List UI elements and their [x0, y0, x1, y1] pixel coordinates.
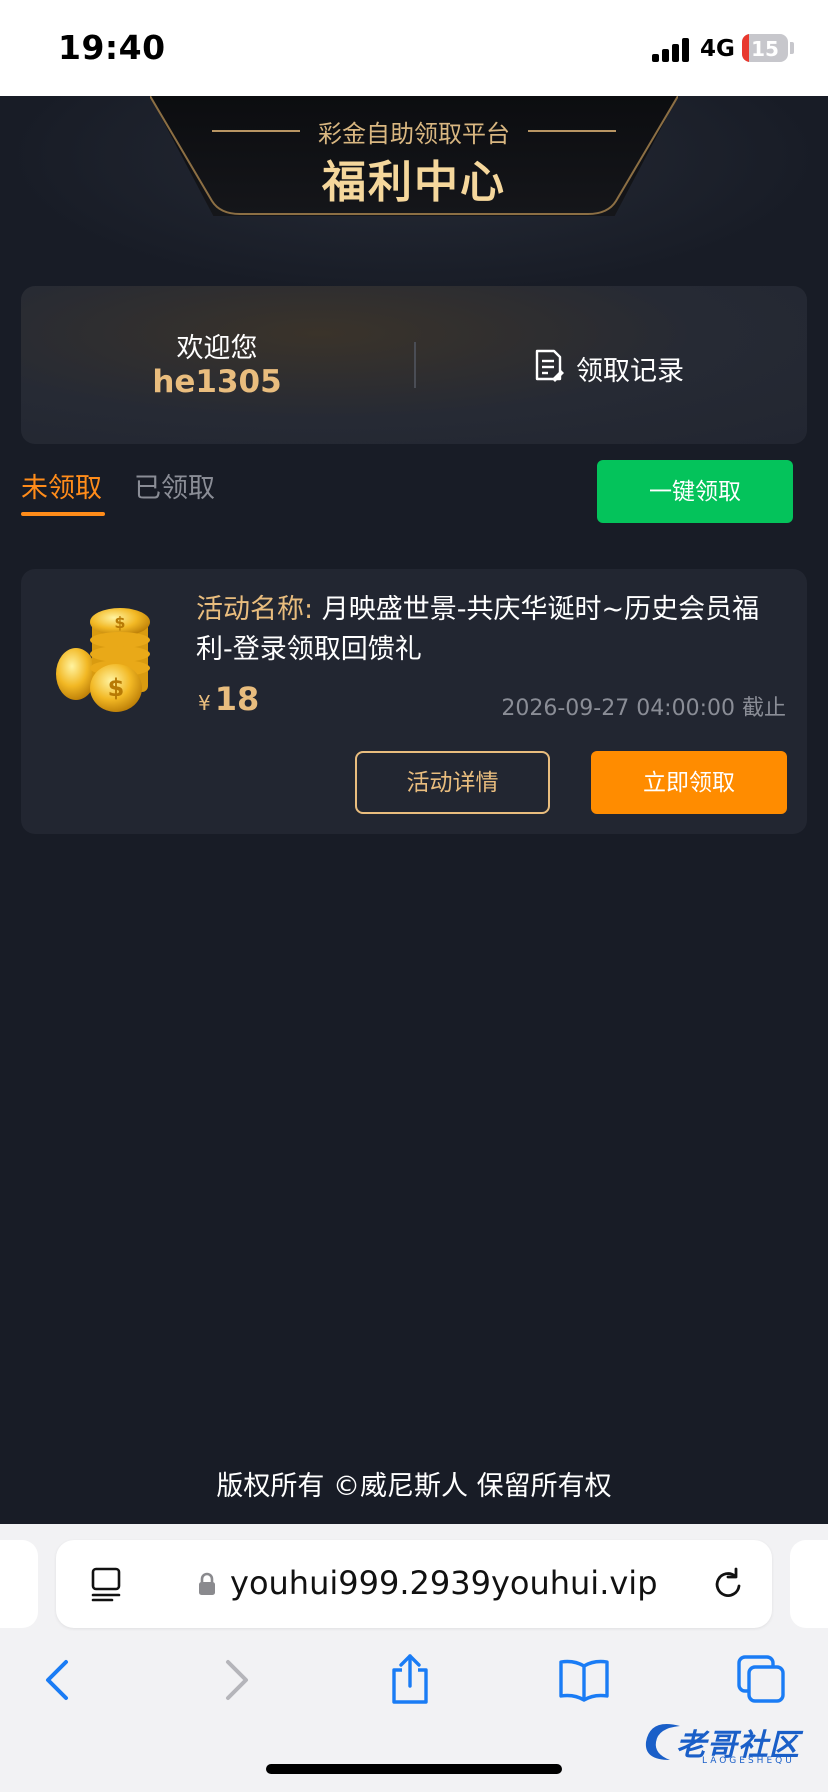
tabs-icon[interactable]: [736, 1654, 786, 1704]
header-title: 福利中心: [322, 157, 506, 208]
share-icon[interactable]: [388, 1652, 432, 1706]
gold-coins-icon: $ $: [56, 608, 150, 712]
records-link[interactable]: 领取记录: [534, 347, 714, 387]
tab-unclaimed[interactable]: 未领取: [21, 466, 102, 505]
network-type: 4G: [700, 36, 735, 62]
copyright-text: 版权所有 ©威尼斯人 保留所有权: [216, 1471, 612, 1502]
one-click-claim-button[interactable]: 一键领取: [597, 460, 793, 523]
battery-tip: [790, 42, 794, 54]
subtitle-line-right: [528, 130, 616, 132]
claim-now-button[interactable]: 立即领取: [591, 751, 787, 814]
tab-claimed[interactable]: 已领取: [134, 466, 215, 505]
signal-icon: [652, 36, 692, 62]
activity-detail-button[interactable]: 活动详情: [355, 751, 550, 814]
activity-name-label: 活动名称:: [196, 594, 314, 625]
watermark-subtext: LAOGESHEQU: [702, 1756, 795, 1766]
amount-value: 18: [214, 680, 260, 718]
page-menu-icon[interactable]: [90, 1566, 122, 1602]
previous-tab-preview[interactable]: [0, 1540, 38, 1628]
activity-deadline: 2026-09-27 04:00:00 截止: [501, 696, 786, 721]
home-indicator: [266, 1764, 562, 1774]
tab-active-underline: [21, 512, 105, 516]
back-icon[interactable]: [42, 1658, 72, 1702]
bookmarks-icon[interactable]: [558, 1658, 610, 1702]
battery-icon: 15: [742, 34, 788, 62]
welcome-divider: [414, 342, 416, 388]
next-tab-preview[interactable]: [790, 1540, 828, 1628]
svg-text:$: $: [114, 613, 125, 632]
lock-icon: [199, 1572, 215, 1595]
username: he1305: [152, 364, 282, 400]
svg-text:$: $: [108, 674, 125, 702]
activity-title: 活动名称: 月映盛世景-共庆华诞时~历史会员福利-登录领取回馈礼: [196, 590, 790, 670]
reload-icon[interactable]: [710, 1566, 746, 1602]
watermark-logo: 老哥社区 LAOGESHEQU: [640, 1716, 818, 1772]
records-label: 领取记录: [576, 356, 684, 387]
forward-icon[interactable]: [222, 1658, 252, 1702]
activity-amount: ¥18: [198, 680, 259, 718]
battery-level: 15: [751, 37, 779, 61]
status-time: 19:40: [58, 28, 166, 67]
welcome-label: 欢迎您: [176, 333, 258, 364]
url-text[interactable]: youhui999.2939youhui.vip: [230, 1564, 658, 1602]
currency-symbol: ¥: [198, 691, 211, 715]
document-icon: [535, 349, 564, 382]
